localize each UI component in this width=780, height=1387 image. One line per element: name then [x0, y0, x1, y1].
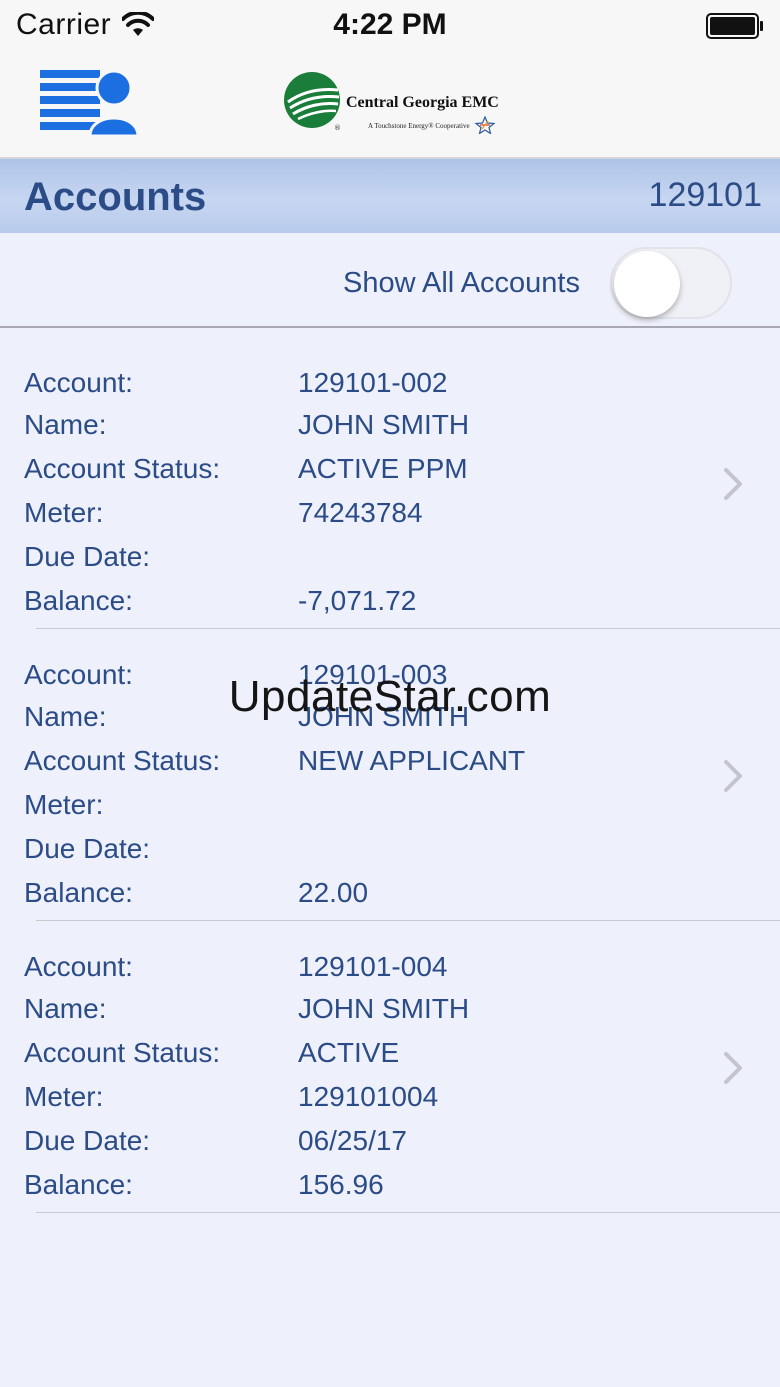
account-field-balance: Balance: 156.96	[24, 1169, 674, 1213]
accounts-header: Accounts 129101	[0, 159, 780, 233]
field-label: Name:	[24, 993, 107, 1024]
field-value: 129101-002	[298, 367, 448, 398]
field-label: Account:	[24, 951, 133, 982]
status-bar: Carrier 4:22 PM	[0, 0, 780, 54]
field-value: JOHN SMITH	[298, 409, 470, 440]
field-label: Due Date:	[24, 833, 151, 864]
account-field-meter: Meter: 129101004	[24, 1081, 674, 1125]
account-menu-icon[interactable]	[40, 68, 138, 136]
field-label: Meter:	[24, 1081, 104, 1112]
account-field-due-date: Due Date:	[24, 833, 674, 877]
show-all-accounts-label: Show All Accounts	[343, 267, 580, 299]
field-label: Balance:	[24, 877, 133, 908]
field-value: 22.00	[298, 877, 369, 908]
account-field-meter: Meter: 74243784	[24, 497, 674, 541]
account-field-name: Name: JOHN SMITH	[24, 409, 674, 453]
field-label: Balance:	[24, 585, 133, 616]
account-field-status: Account Status: NEW APPLICANT	[24, 745, 674, 789]
chevron-right-icon	[724, 468, 742, 500]
account-field-status: Account Status: ACTIVE PPM	[24, 453, 674, 497]
toggle-knob	[614, 251, 680, 317]
field-label: Meter:	[24, 497, 104, 528]
navigation-bar: ® Central Georgia EMC A Touchstone Energ…	[0, 54, 780, 159]
customer-number: 129101	[648, 176, 762, 214]
field-value: ACTIVE PPM	[298, 453, 468, 484]
svg-text:®: ®	[334, 124, 341, 132]
account-list-item[interactable]: Account: 129101-002 Name: JOHN SMITH Account…	[0, 336, 780, 629]
field-value: 06/25/17	[298, 1125, 407, 1156]
field-label: Balance:	[24, 1169, 133, 1200]
clock: 4:22 PM	[333, 8, 447, 41]
field-value: ACTIVE	[298, 1037, 400, 1068]
logo-subtitle: A Touchstone Energy® Cooperative	[368, 122, 470, 130]
battery-icon	[706, 13, 763, 39]
field-label: Name:	[24, 409, 107, 440]
field-value: -7,071.72	[298, 585, 417, 616]
chevron-right-icon	[724, 760, 742, 792]
field-value: 156.96	[298, 1169, 384, 1200]
account-field-status: Account Status: ACTIVE	[24, 1037, 674, 1081]
field-label: Account Status:	[24, 1037, 221, 1068]
field-value: NEW APPLICANT	[298, 745, 526, 776]
chevron-right-icon	[724, 1052, 742, 1084]
field-label: Due Date:	[24, 1125, 151, 1156]
account-field-balance: Balance: 22.00	[24, 877, 674, 921]
show-all-accounts-row: Show All Accounts	[0, 233, 780, 328]
field-label: Account Status:	[24, 745, 221, 776]
show-all-accounts-toggle[interactable]	[610, 247, 732, 319]
account-list-item[interactable]: Account: 129101-004 Name: JOHN SMITH Account…	[0, 920, 780, 1213]
account-field-due-date: Due Date: 06/25/17	[24, 1125, 674, 1169]
account-field-account: Account: 129101-002	[24, 367, 674, 411]
field-label: Due Date:	[24, 541, 151, 572]
account-list: Account: 129101-002 Name: JOHN SMITH Account…	[0, 336, 780, 1213]
account-field-balance: Balance: -7,071.72	[24, 585, 674, 629]
account-field-meter: Meter:	[24, 789, 674, 833]
account-field-due-date: Due Date:	[24, 541, 674, 585]
field-value: JOHN SMITH	[298, 993, 470, 1024]
logo-title: Central Georgia EMC	[346, 94, 499, 111]
page-title: Accounts	[24, 175, 207, 219]
touchstone-star-icon	[474, 116, 496, 134]
field-value: 129101004	[298, 1081, 439, 1112]
central-georgia-emc-logo: ® Central Georgia EMC A Touchstone Energ…	[284, 72, 504, 136]
account-field-account: Account: 129101-004	[24, 951, 674, 995]
field-label: Account:	[24, 367, 133, 398]
row-divider	[36, 1212, 780, 1213]
logo-emblem-icon: ®	[284, 72, 341, 132]
watermark-text: UpdateStar.com	[228, 672, 552, 721]
field-value: 74243784	[298, 497, 423, 528]
field-value: 129101-004	[298, 951, 448, 982]
field-label: Account Status:	[24, 453, 221, 484]
field-label: Meter:	[24, 789, 104, 820]
account-field-name: Name: JOHN SMITH	[24, 993, 674, 1037]
